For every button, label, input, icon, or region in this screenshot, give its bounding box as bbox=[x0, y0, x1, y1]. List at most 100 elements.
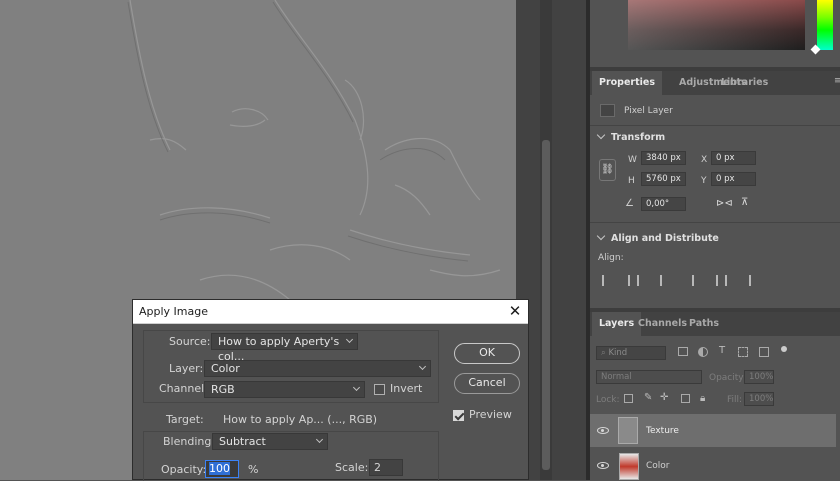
angle-icon: ∠ bbox=[625, 198, 634, 209]
transform-title: Transform bbox=[611, 132, 666, 143]
lock-all-icon[interactable]: 🔒︎ bbox=[700, 393, 705, 404]
divider bbox=[590, 125, 840, 126]
blending-label: Blending: bbox=[163, 435, 216, 448]
preview-label: Preview bbox=[469, 408, 512, 421]
apply-image-dialog: Apply Image ✕ Source: How to apply Apert… bbox=[132, 299, 529, 481]
align-left-icon[interactable] bbox=[602, 275, 613, 286]
divider bbox=[590, 222, 840, 223]
fill-field[interactable]: 100% bbox=[744, 392, 774, 406]
cancel-button[interactable]: Cancel bbox=[454, 373, 520, 394]
layer-row-color[interactable]: Color bbox=[590, 449, 836, 480]
layers-tabbar: Layers Channels Paths bbox=[590, 312, 840, 336]
visibility-eye-icon[interactable] bbox=[597, 427, 609, 434]
layer-opacity-field[interactable]: 100% bbox=[744, 370, 774, 384]
flip-horizontal-icon[interactable]: ⊳⊲ bbox=[716, 198, 733, 209]
chevron-down-icon bbox=[596, 130, 606, 140]
scale-field[interactable]: 2 bbox=[369, 459, 403, 476]
chevron-down-icon bbox=[418, 362, 427, 371]
opacity-label: Opacity: bbox=[161, 463, 207, 476]
scale-label: Scale: bbox=[335, 461, 369, 474]
lock-position-icon[interactable]: ✛ bbox=[660, 392, 668, 403]
link-icon[interactable]: ⛓ bbox=[599, 159, 616, 181]
height-field[interactable]: 5760 px bbox=[641, 172, 686, 186]
x-field[interactable]: 0 px bbox=[711, 151, 756, 165]
layer-opacity-label: Opacity: bbox=[709, 373, 746, 383]
filter-shape-icon[interactable] bbox=[738, 347, 748, 357]
channel-select[interactable]: RGB bbox=[204, 381, 365, 398]
visibility-eye-icon[interactable] bbox=[597, 462, 609, 469]
tab-properties[interactable]: Properties bbox=[592, 71, 662, 95]
flip-vertical-icon[interactable]: ⊼ bbox=[741, 197, 748, 208]
blending-select[interactable]: Subtract bbox=[212, 433, 328, 450]
hue-slider[interactable] bbox=[817, 0, 833, 50]
layer-row-texture[interactable]: Texture bbox=[590, 414, 836, 447]
chevron-down-icon bbox=[315, 435, 324, 444]
ok-button[interactable]: OK bbox=[454, 343, 520, 364]
layer-type-label: Pixel Layer bbox=[624, 106, 673, 116]
align-title: Align and Distribute bbox=[611, 233, 719, 244]
align-bottom-icon[interactable] bbox=[740, 275, 751, 286]
w-label: W bbox=[628, 155, 637, 165]
align-center-vertical-icon[interactable] bbox=[716, 275, 727, 286]
layer-thumbnail bbox=[618, 417, 638, 444]
layer-filter-input[interactable]: ⌕ Kind bbox=[596, 346, 666, 360]
fill-label: Fill: bbox=[727, 395, 743, 405]
layer-thumbnail bbox=[619, 453, 639, 480]
properties-tabbar: Properties Adjustments Libraries bbox=[590, 71, 840, 95]
angle-field[interactable]: 0,00° bbox=[641, 197, 686, 211]
opacity-unit: % bbox=[248, 463, 259, 476]
dialog-titlebar[interactable]: Apply Image ✕ bbox=[133, 300, 528, 324]
align-section-header[interactable]: Align and Distribute bbox=[596, 231, 719, 244]
width-field[interactable]: 3840 px bbox=[641, 151, 686, 165]
preview-checkbox[interactable] bbox=[453, 410, 464, 421]
transform-section-header[interactable]: Transform bbox=[596, 130, 666, 143]
layer-label: Layer: bbox=[169, 362, 204, 375]
channel-value: RGB bbox=[211, 383, 235, 396]
filter-smart-object-icon[interactable] bbox=[759, 347, 769, 357]
close-icon[interactable]: ✕ bbox=[506, 302, 524, 320]
target-label: Target: bbox=[166, 413, 204, 426]
chevron-down-icon bbox=[596, 231, 606, 241]
channel-label: Channel: bbox=[159, 382, 208, 395]
opacity-value: 100 bbox=[209, 462, 230, 475]
scrollbar-thumb[interactable] bbox=[542, 140, 550, 470]
layer-name: Color bbox=[646, 461, 670, 471]
opacity-field[interactable]: 100 bbox=[205, 460, 239, 478]
invert-label: Invert bbox=[390, 382, 423, 395]
lock-pixels-icon[interactable]: ✎ bbox=[644, 392, 652, 403]
pixel-layer-icon bbox=[600, 104, 615, 117]
chevron-down-icon bbox=[352, 383, 361, 392]
blending-value: Subtract bbox=[219, 435, 266, 448]
angle-value: 0,00° bbox=[646, 199, 670, 209]
filter-type-icon[interactable]: T bbox=[719, 345, 725, 356]
panel-menu-icon[interactable]: ≡ bbox=[834, 76, 840, 94]
color-field-overlay bbox=[628, 0, 805, 50]
source-select[interactable]: How to apply Aperty's col... bbox=[211, 333, 358, 363]
layer-select[interactable]: Color bbox=[204, 360, 431, 377]
target-value: How to apply Ap... (..., RGB) bbox=[223, 413, 378, 426]
invert-checkbox[interactable] bbox=[374, 384, 385, 395]
x-label: X bbox=[701, 155, 708, 165]
align-right-icon[interactable] bbox=[651, 275, 662, 286]
chevron-down-icon bbox=[345, 335, 354, 344]
y-label: Y bbox=[701, 176, 707, 186]
layer-value: Color bbox=[211, 362, 240, 375]
align-label: Align: bbox=[598, 253, 624, 263]
layer-name: Texture bbox=[646, 426, 679, 436]
filter-placeholder: Kind bbox=[608, 348, 628, 358]
align-top-icon[interactable] bbox=[692, 275, 703, 286]
tab-paths[interactable]: Paths bbox=[682, 312, 726, 336]
lock-artboard-icon[interactable] bbox=[681, 394, 690, 403]
filter-pixel-icon[interactable] bbox=[678, 347, 688, 356]
source-label: Source: bbox=[169, 335, 211, 348]
filter-toggle-icon[interactable] bbox=[781, 346, 787, 352]
lock-transparent-icon[interactable] bbox=[624, 394, 633, 403]
filter-adjustment-icon[interactable] bbox=[698, 347, 708, 357]
align-center-horizontal-icon[interactable] bbox=[628, 275, 639, 286]
lock-label: Lock: bbox=[596, 395, 620, 405]
tab-libraries[interactable]: Libraries bbox=[714, 71, 775, 95]
y-field[interactable]: 0 px bbox=[711, 172, 756, 186]
blend-mode-select[interactable]: Normal bbox=[596, 370, 702, 384]
h-label: H bbox=[628, 176, 635, 186]
dialog-title: Apply Image bbox=[139, 305, 209, 318]
